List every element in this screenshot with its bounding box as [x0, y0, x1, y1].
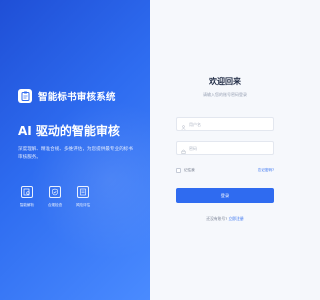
- clipboard-icon: [18, 89, 32, 103]
- forgot-password-link[interactable]: 忘记密码?: [258, 168, 274, 173]
- login-options: 记住我 忘记密码?: [176, 168, 274, 173]
- document-search-icon: [21, 186, 33, 198]
- login-panel: 欢迎回来 请输入您的账号密码登录 记住我 忘记密码? 登录 还没有账号? 立即注…: [150, 0, 300, 300]
- remember-me[interactable]: 记住我: [176, 168, 195, 173]
- feature-item: 合规检查: [46, 186, 64, 208]
- lock-icon: [181, 139, 186, 158]
- report-icon: [77, 186, 89, 198]
- feature-list: 智能解析 合规检查 风险评估: [18, 186, 92, 208]
- hero-headline: AI 驱动的智能审核: [18, 124, 120, 138]
- brand: 智能标书审核系统: [18, 89, 116, 103]
- password-input[interactable]: [189, 145, 269, 151]
- brand-name: 智能标书审核系统: [38, 92, 116, 103]
- login-button[interactable]: 登录: [176, 188, 274, 203]
- user-icon: [181, 115, 186, 134]
- username-input[interactable]: [189, 121, 269, 127]
- register-prompt: 还没有账号? 立即注册: [150, 216, 300, 222]
- feature-label: 风险评估: [75, 203, 91, 207]
- hero-description: 深度理解、精准合规、多维评估，为您提供最专业的标书审核服务。: [18, 147, 133, 160]
- register-question: 还没有账号?: [206, 216, 228, 221]
- feature-label: 智能解析: [19, 203, 35, 207]
- register-link[interactable]: 立即注册: [229, 216, 244, 221]
- login-subtitle: 请输入您的账号密码登录: [203, 92, 247, 97]
- remember-checkbox[interactable]: [176, 168, 181, 173]
- password-field[interactable]: [176, 141, 274, 155]
- feature-item: 智能解析: [18, 186, 36, 208]
- remember-label: 记住我: [184, 168, 195, 172]
- feature-label: 合规检查: [47, 203, 63, 207]
- feature-item: 风险评估: [74, 186, 92, 208]
- login-title: 欢迎回来: [209, 77, 241, 86]
- shield-check-icon: [49, 186, 61, 198]
- brand-panel: 智能标书审核系统 AI 驱动的智能审核 深度理解、精准合规、多维评估，为您提供最…: [0, 0, 150, 300]
- username-field[interactable]: [176, 117, 274, 131]
